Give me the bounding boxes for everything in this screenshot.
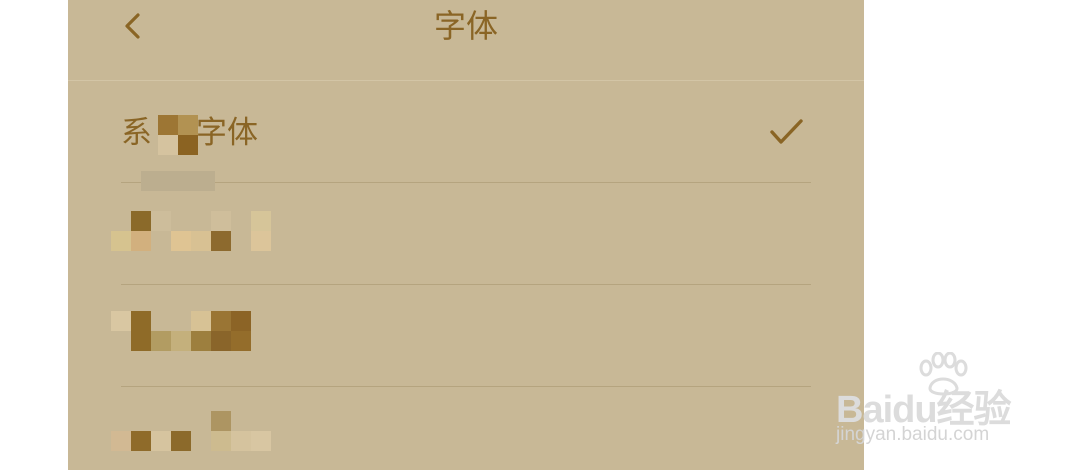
redacted-text	[111, 171, 281, 261]
page-title: 字体	[433, 7, 498, 45]
font-option-system[interactable]: 系 字体	[121, 81, 811, 183]
font-option-2[interactable]	[111, 171, 811, 285]
redacted-text	[111, 411, 281, 470]
font-option-3[interactable]	[111, 285, 811, 387]
redacted-text	[152, 114, 198, 155]
redacted-text	[111, 311, 261, 361]
font-label-prefix: 系	[121, 115, 152, 151]
checkmark-icon	[770, 119, 803, 144]
font-label-suffix: 字体	[196, 115, 258, 151]
font-option-label: 系 字体	[121, 113, 258, 155]
font-option-4[interactable]	[111, 387, 811, 470]
navigation-header: 字体	[68, 0, 864, 81]
watermark-url: jingyan.baidu.com	[836, 424, 990, 445]
font-settings-screen: 字体 系 字体	[68, 0, 864, 470]
baidu-watermark: Baidu经验 jingyan.baidu.com	[836, 352, 1036, 452]
